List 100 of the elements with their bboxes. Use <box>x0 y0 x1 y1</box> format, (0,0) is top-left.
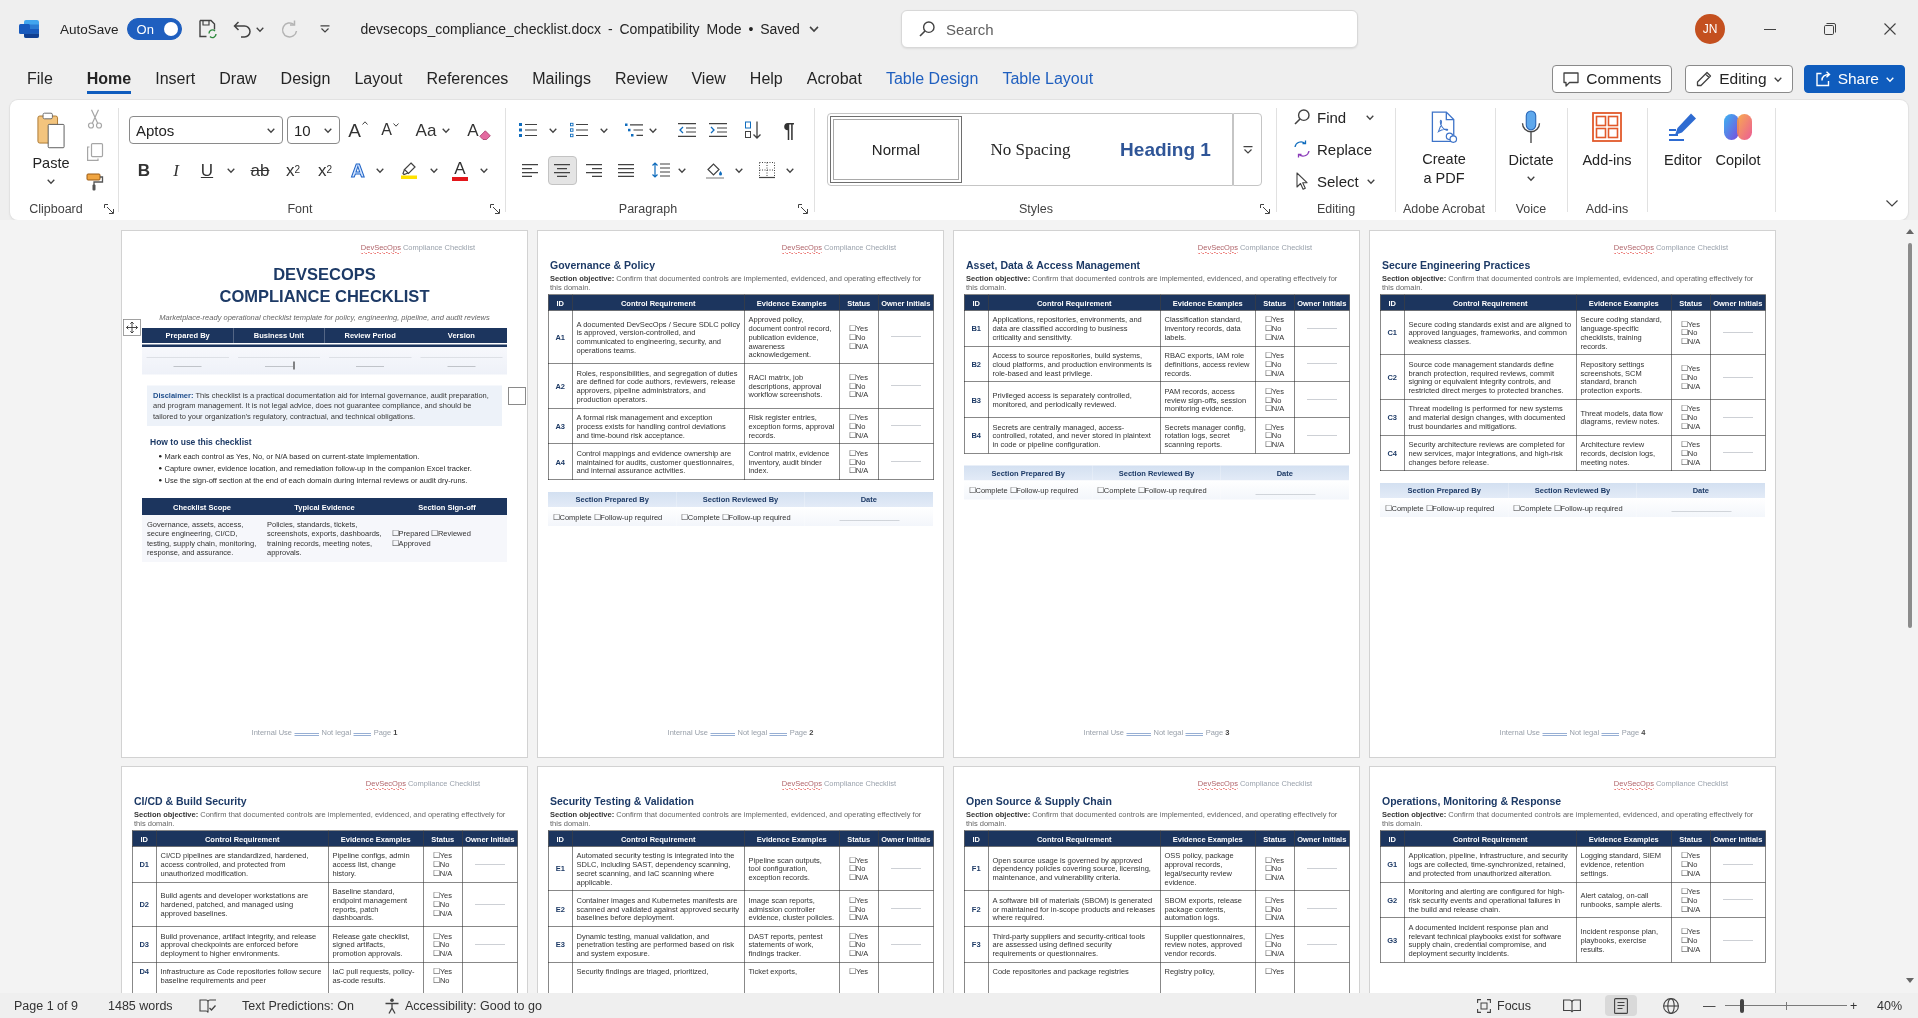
strikethrough-button[interactable]: ab <box>250 157 270 183</box>
avatar[interactable]: JN <box>1695 14 1725 44</box>
caret-icon[interactable] <box>375 167 384 173</box>
underline-button[interactable]: U <box>200 157 214 183</box>
line-caret-icon[interactable] <box>319 25 330 33</box>
accessibility-icon[interactable] <box>384 997 400 1014</box>
box-list-icon[interactable] <box>570 123 588 137</box>
select-button[interactable]: Select <box>1293 168 1375 194</box>
minimize-icon[interactable] <box>1764 28 1776 30</box>
vertical-arrow-lines-icon[interactable] <box>652 162 670 178</box>
print-layout-button[interactable] <box>1605 995 1637 1016</box>
grow-font-button[interactable]: A <box>348 117 368 143</box>
bullet-list-icon[interactable] <box>519 123 537 137</box>
scroll-down-icon[interactable] <box>1906 978 1914 983</box>
zoom-out-button[interactable]: — <box>1703 998 1716 1013</box>
menu-tab[interactable]: Layout <box>342 64 415 94</box>
editor-button[interactable]: Editor <box>1664 100 1702 200</box>
comments-button[interactable]: Comments <box>1552 65 1673 93</box>
corner-arrow-icon[interactable] <box>104 204 114 214</box>
find-button[interactable]: Find <box>1293 104 1375 130</box>
caret-icon[interactable] <box>442 127 450 133</box>
font-size-dropdown[interactable]: 10 <box>287 116 340 144</box>
menu-tab[interactable]: Draw <box>207 64 269 94</box>
corner-arrow-icon[interactable] <box>1260 204 1270 214</box>
copilot-button[interactable]: Copilot <box>1715 100 1761 200</box>
font-color-button[interactable]: A <box>452 159 468 181</box>
clear-formatting-button[interactable]: A <box>467 117 491 143</box>
menu-tab[interactable]: References <box>414 64 521 94</box>
document-title-button[interactable]: devsecops_compliance_checklist.docx - Compatibility Mode • Saved <box>360 21 819 37</box>
right-arrow-lines-icon[interactable] <box>709 123 727 137</box>
undo-icon[interactable] <box>232 20 251 38</box>
editing-button[interactable]: Editing <box>1685 65 1793 93</box>
menu-tab[interactable]: View <box>679 64 738 94</box>
menu-tab[interactable]: Design <box>268 64 343 94</box>
add-ins-button[interactable]: Add-ins <box>1582 100 1632 200</box>
align-center-button[interactable] <box>547 155 577 185</box>
shrink-font-button[interactable]: A <box>381 117 399 143</box>
replace-button[interactable]: Replace <box>1293 136 1373 162</box>
change-case-button[interactable]: Aa <box>415 117 437 143</box>
menu-tab[interactable]: Review <box>602 64 680 94</box>
corner-arrow-icon[interactable] <box>490 204 500 214</box>
chevron-down-icon[interactable] <box>1886 200 1898 207</box>
font-name-dropdown[interactable]: Aptos <box>129 116 283 144</box>
zoom-slider-thumb[interactable] <box>1740 998 1745 1013</box>
caret-icon[interactable] <box>600 127 608 133</box>
close-icon[interactable] <box>1884 23 1896 35</box>
caret-icon[interactable] <box>549 127 557 133</box>
page-count[interactable]: Page 1 of 9 <box>14 998 78 1013</box>
highlighter-icon[interactable] <box>399 161 418 179</box>
paint-bucket-icon[interactable] <box>706 161 724 179</box>
search-field[interactable]: Search <box>901 10 1358 48</box>
paste-button[interactable]: Paste <box>26 100 76 200</box>
menu-tab[interactable]: Mailings <box>520 64 603 94</box>
menu-tab[interactable]: Acrobat <box>794 64 874 94</box>
caret-icon[interactable] <box>649 127 657 133</box>
sort-icon[interactable] <box>745 121 761 139</box>
dictate-button[interactable]: Dictate <box>1508 100 1554 200</box>
square-icon[interactable] <box>508 387 526 405</box>
save-icon[interactable] <box>196 19 217 39</box>
focus-button[interactable]: Focus <box>1477 998 1532 1013</box>
share-button[interactable]: Share <box>1803 65 1905 93</box>
scrollbar-thumb[interactable] <box>1908 243 1912 628</box>
document-title: DEVSECOPS COMPLIANCE CHECKLIST <box>219 263 430 307</box>
show-formatting-button[interactable]: ¶ <box>783 117 795 143</box>
corner-arrow-icon[interactable] <box>798 204 808 214</box>
group-label: Add-ins <box>1585 202 1629 216</box>
caret-icon[interactable] <box>735 167 743 173</box>
caret-icon[interactable] <box>786 167 794 173</box>
menu-tab[interactable]: Help <box>737 64 795 94</box>
book-check-icon[interactable] <box>199 998 217 1013</box>
restore-icon[interactable] <box>1824 23 1836 35</box>
superscript-button[interactable]: x$^{2}$ <box>317 157 332 183</box>
bold-button[interactable]: B <box>137 157 151 183</box>
menu-tab[interactable]: Table Layout <box>990 64 1106 94</box>
style-option[interactable]: Heading 1 <box>1099 116 1232 183</box>
zoom-level[interactable]: 40% <box>1877 998 1903 1013</box>
menu-tab[interactable]: Insert <box>143 64 208 94</box>
autosave-toggle[interactable]: On <box>126 18 182 40</box>
word-count[interactable]: 1485 words <box>108 998 173 1013</box>
italic-button[interactable]: I <box>173 157 179 183</box>
caret-icon[interactable] <box>227 167 235 173</box>
indented-list-icon[interactable] <box>625 123 643 137</box>
text-predictions[interactable]: Text Predictions: On <box>242 998 354 1013</box>
caret-icon[interactable] <box>429 167 438 173</box>
caret-icon[interactable] <box>479 167 488 173</box>
app-icon[interactable] <box>19 20 39 38</box>
left-arrow-lines-icon[interactable] <box>678 123 696 137</box>
style-option[interactable]: No Spacing <box>962 116 1099 183</box>
create-pdf-button[interactable]: Create a PDF <box>1417 100 1471 200</box>
menu-tab[interactable]: Table Design <box>873 64 991 94</box>
accessibility-status[interactable]: Accessibility: Good to go <box>405 998 542 1013</box>
menu-tab[interactable]: File <box>15 64 65 94</box>
scroll-up-icon[interactable] <box>1906 229 1914 234</box>
zoom-in-button[interactable]: + <box>1850 998 1858 1013</box>
paint-brush-icon[interactable] <box>86 173 104 191</box>
dashed-grid-icon[interactable] <box>759 162 775 178</box>
style-option[interactable]: Normal <box>830 116 962 183</box>
caret-icon[interactable] <box>255 26 264 32</box>
move-arrows-icon[interactable] <box>123 319 141 336</box>
caret-icon[interactable] <box>678 167 686 173</box>
